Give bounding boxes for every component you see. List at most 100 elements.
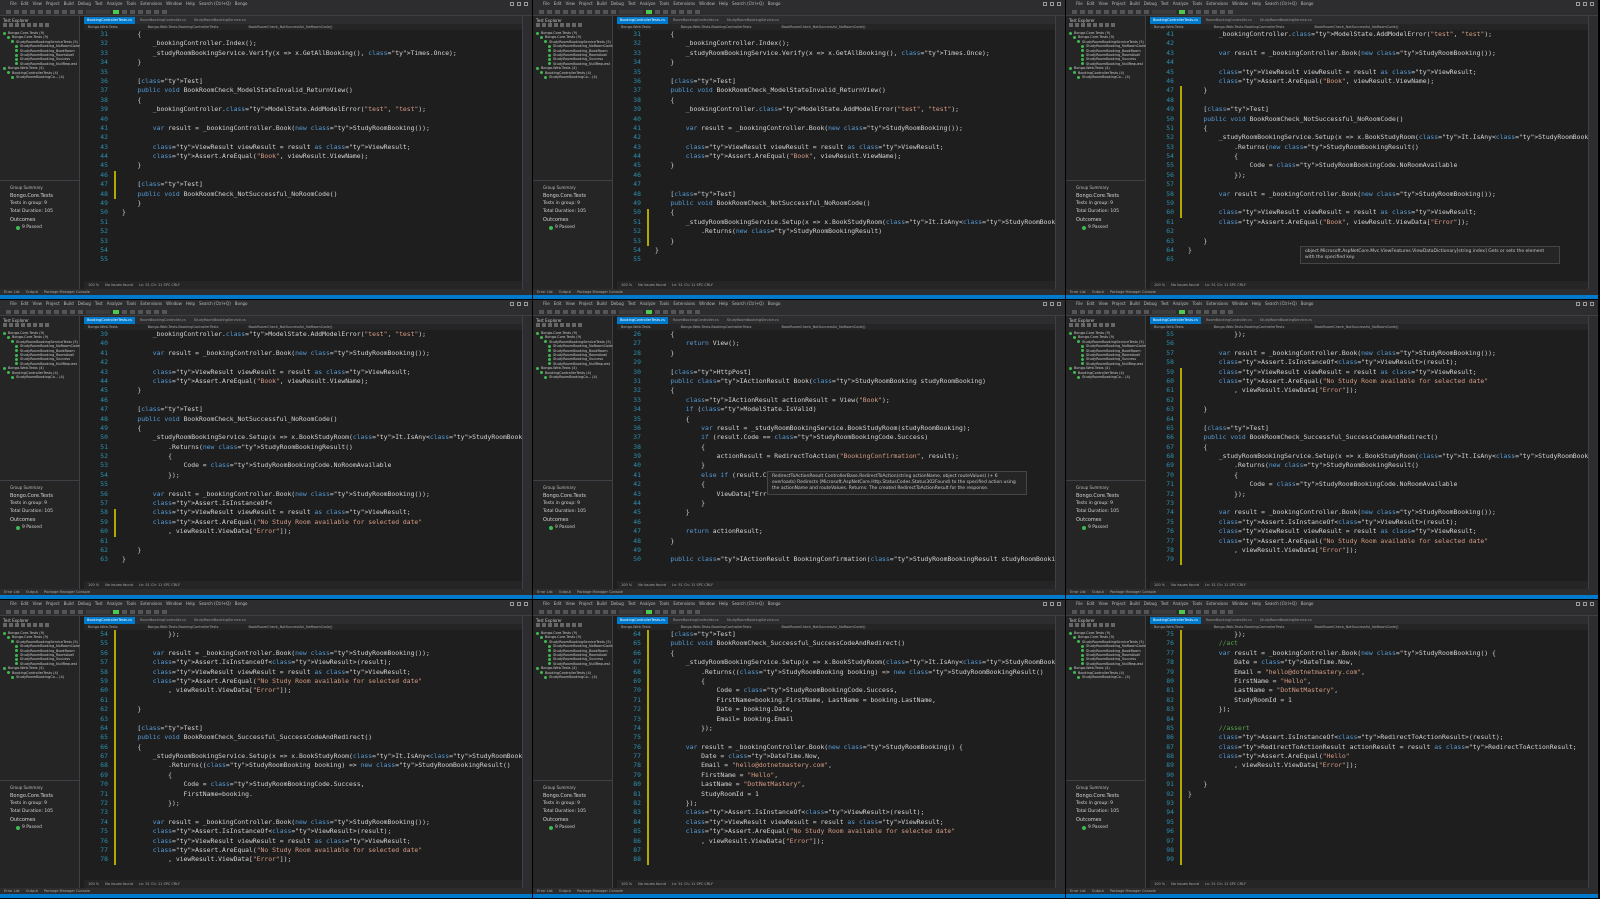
toolbar-icon[interactable] — [539, 609, 544, 614]
toolbar-icon[interactable] — [579, 609, 584, 614]
menu-item[interactable]: File — [543, 0, 550, 8]
menu-item[interactable]: Extensions — [673, 0, 695, 8]
toolbar-icon[interactable] — [62, 309, 67, 314]
toolbar-icon[interactable] — [595, 609, 600, 614]
minimize-icon[interactable] — [510, 302, 514, 306]
toolbar-icon[interactable] — [1188, 309, 1193, 314]
run-tests-icon[interactable] — [1087, 323, 1091, 327]
run-tests-icon[interactable] — [548, 623, 552, 627]
toolbar-icon[interactable] — [146, 309, 151, 314]
menu-item[interactable]: Help — [719, 0, 728, 8]
run-tests-icon[interactable] — [542, 23, 546, 27]
toolbar-icon[interactable] — [679, 9, 684, 14]
run-tests-icon[interactable] — [27, 23, 31, 27]
toolbar-icon[interactable] — [154, 309, 159, 314]
run-tests-icon[interactable] — [1105, 323, 1109, 327]
run-tests-icon[interactable] — [1075, 23, 1079, 27]
menu-item[interactable]: Tools — [660, 600, 670, 608]
toolbar-icon[interactable] — [162, 309, 167, 314]
menu-item[interactable]: Search (Ctrl+Q) — [199, 0, 231, 8]
document-tab[interactable]: BookingControllerTests.cs — [84, 617, 135, 624]
menu-item[interactable]: Bongo — [235, 600, 248, 608]
run-tests-icon[interactable] — [566, 623, 570, 627]
toolbar-icon[interactable] — [154, 609, 159, 614]
document-tab[interactable]: StudyRoomBookingService.cs — [190, 617, 249, 624]
document-tab[interactable]: BookingControllerTests.cs — [617, 17, 668, 24]
run-icon[interactable] — [113, 309, 119, 314]
toolbar-icon[interactable] — [46, 9, 51, 14]
close-icon[interactable] — [1590, 302, 1594, 306]
toolbar-icon[interactable] — [555, 9, 560, 14]
toolbar-icon[interactable] — [1104, 609, 1109, 614]
document-tab[interactable]: BookingControllerTests.cs — [84, 317, 135, 324]
run-tests-icon[interactable] — [578, 23, 582, 27]
tree-item[interactable]: StudyRoomBookingCo... (4) — [3, 75, 79, 79]
menu-item[interactable]: Extensions — [673, 300, 695, 308]
menu-item[interactable]: Tools — [1193, 600, 1203, 608]
maximize-icon[interactable] — [517, 602, 521, 606]
menu-item[interactable]: Test — [1161, 300, 1169, 308]
toolbar-icon[interactable] — [1136, 309, 1141, 314]
menu-item[interactable]: Test — [95, 300, 103, 308]
toolbar-icon[interactable] — [1072, 309, 1077, 314]
document-tab[interactable]: BookingControllerTests.cs — [617, 317, 668, 324]
menu-item[interactable]: View — [32, 300, 42, 308]
run-icon[interactable] — [113, 609, 119, 614]
run-tests-icon[interactable] — [1081, 623, 1085, 627]
toolbar-icon[interactable] — [1220, 309, 1225, 314]
toolbar-icon[interactable] — [122, 9, 127, 14]
toolbar-icon[interactable] — [1120, 609, 1125, 614]
maximize-icon[interactable] — [1583, 302, 1587, 306]
toolbar-icon[interactable] — [603, 309, 608, 314]
toolbar-icon[interactable] — [1212, 309, 1217, 314]
run-tests-icon[interactable] — [1105, 23, 1109, 27]
toolbar-icon[interactable] — [70, 609, 75, 614]
toolbar-icon[interactable] — [1196, 309, 1201, 314]
run-tests-icon[interactable] — [578, 323, 582, 327]
run-tests-icon[interactable] — [1099, 23, 1103, 27]
run-tests-icon[interactable] — [1105, 623, 1109, 627]
toolbar-icon[interactable] — [1212, 9, 1217, 14]
menu-item[interactable]: Window — [699, 300, 715, 308]
toolbar-icon[interactable] — [571, 9, 576, 14]
toolbar-icon[interactable] — [695, 309, 700, 314]
maximize-icon[interactable] — [1583, 2, 1587, 6]
menu-item[interactable]: Extensions — [673, 600, 695, 608]
minimize-icon[interactable] — [1043, 2, 1047, 6]
menu-item[interactable]: View — [565, 0, 575, 8]
menu-item[interactable]: Help — [186, 0, 195, 8]
toolbar-icon[interactable] — [38, 9, 43, 14]
menu-item[interactable]: Edit — [1087, 300, 1095, 308]
menu-item[interactable]: Extensions — [140, 0, 162, 8]
menu-item[interactable]: View — [1098, 0, 1108, 8]
run-icon[interactable] — [1179, 9, 1185, 14]
toolbar-icon[interactable] — [1096, 9, 1101, 14]
menu-item[interactable]: Debug — [1144, 300, 1157, 308]
menu-item[interactable]: Help — [186, 600, 195, 608]
toolbar-icon[interactable] — [78, 309, 83, 314]
toolbar-icon[interactable] — [671, 9, 676, 14]
menu-item[interactable]: Bongo — [768, 600, 781, 608]
close-icon[interactable] — [1057, 302, 1061, 306]
toolbar-icon[interactable] — [655, 9, 660, 14]
toolbar-icon[interactable] — [1204, 9, 1209, 14]
tree-item[interactable]: StudyRoomBookingCo... (4) — [1069, 75, 1145, 79]
toolbar-icon[interactable] — [663, 9, 668, 14]
toolbar-icon[interactable] — [1104, 309, 1109, 314]
menu-item[interactable]: Test — [628, 600, 636, 608]
run-tests-icon[interactable] — [560, 23, 564, 27]
menu-item[interactable]: Build — [597, 0, 607, 8]
document-tab[interactable]: RoomBookingController.cs — [136, 617, 189, 624]
run-tests-icon[interactable] — [21, 23, 25, 27]
document-tab[interactable]: BookingControllerTests.cs — [617, 617, 668, 624]
run-tests-icon[interactable] — [1087, 23, 1091, 27]
toolbar-icon[interactable] — [579, 9, 584, 14]
toolbar-icon[interactable] — [1204, 309, 1209, 314]
minimize-icon[interactable] — [510, 2, 514, 6]
menu-item[interactable]: Analyze — [640, 0, 656, 8]
toolbar-icon[interactable] — [162, 9, 167, 14]
toolbar-icon[interactable] — [1072, 9, 1077, 14]
code-area[interactable]: [class="ty">Test] public void BookRoomCh… — [655, 630, 1055, 880]
config-dropdown[interactable] — [619, 9, 643, 14]
menu-item[interactable]: View — [565, 600, 575, 608]
